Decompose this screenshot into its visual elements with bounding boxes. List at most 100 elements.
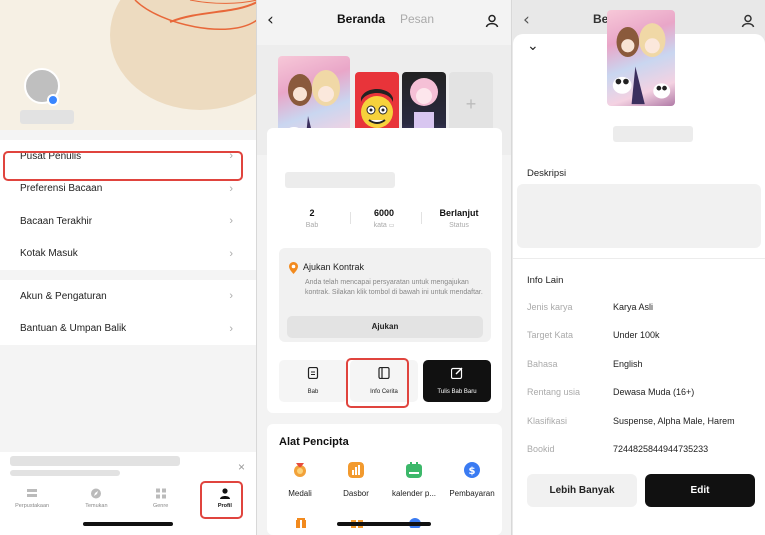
menu-item-bacaan-terakhir[interactable]: Bacaan Terakhir › [0, 205, 256, 238]
stat-status: Berlanjut Status [429, 208, 489, 229]
dashboard-icon [348, 462, 364, 478]
action-label: Tulis Bab Baru [437, 389, 477, 395]
tab-label: Temukan [85, 503, 108, 509]
creator-tools-card: Alat Pencipta Medali Dasbor kalender p..… [267, 424, 502, 535]
chapters-button[interactable]: Bab [279, 360, 347, 402]
tab-perpustakaan[interactable]: Perpustakaan [7, 486, 57, 535]
promo-banner[interactable]: × [0, 452, 256, 482]
write-new-chapter-button[interactable]: Tulis Bab Baru [423, 360, 491, 402]
action-label: Info Cerita [370, 389, 398, 395]
info-key: Target Kata [527, 330, 574, 340]
edit-avatar-icon[interactable] [47, 94, 59, 106]
add-icon: + [465, 94, 477, 114]
menu-item-bantuan-umpan-balik[interactable]: Bantuan & Umpan Balik › [0, 313, 256, 346]
stat-chapters: 2 Bab [287, 208, 337, 229]
info-value: Karya Asli [613, 302, 654, 312]
promo-text-redacted [10, 456, 180, 466]
chevron-right-icon: › [229, 182, 233, 195]
promo-subtext-redacted [10, 470, 120, 476]
contract-title: Ajukan Kontrak [303, 262, 365, 272]
back-icon[interactable]: ‹ [523, 10, 530, 30]
contract-description: Anda telah mencapai persyaratan untuk me… [305, 279, 483, 296]
tab-profil[interactable]: Profil [200, 486, 250, 535]
stat-divider [350, 212, 351, 224]
story-title-redacted [613, 126, 693, 142]
home-indicator [83, 522, 173, 526]
chevron-right-icon: › [229, 215, 233, 228]
home-indicator [337, 522, 431, 526]
library-icon [27, 489, 38, 497]
compass-icon [91, 488, 102, 499]
tool-label: Medali [288, 489, 312, 498]
info-key: Bahasa [527, 359, 558, 369]
chevron-right-icon: › [229, 150, 233, 163]
other-info-title: Info Lain [527, 275, 564, 286]
submit-contract-button[interactable]: Ajukan [287, 316, 483, 338]
menu-item-label: Bacaan Terakhir [20, 215, 93, 227]
tool-kalender[interactable]: kalender p... [385, 462, 443, 498]
tool-label: Pembayaran [449, 489, 495, 498]
payment-icon: $ [464, 462, 480, 478]
username-redacted [20, 110, 74, 124]
tab-beranda[interactable]: Beranda [337, 12, 385, 26]
stat-label: kata ▭ [359, 222, 409, 229]
bottom-tab-bar: Perpustakaan Temukan Genre Profil [0, 482, 256, 535]
info-key: Klasifikasi [527, 416, 568, 426]
tab-label: Profil [217, 503, 232, 509]
back-icon[interactable]: ‹ [267, 10, 274, 30]
menu-divider [0, 270, 256, 280]
tool-pembayaran[interactable]: $ Pembayaran [443, 462, 501, 498]
stat-label-text: kata [373, 222, 387, 229]
stat-label: Status [449, 222, 469, 229]
stat-value: Berlanjut [439, 208, 479, 218]
more-button[interactable]: Lebih Banyak [527, 474, 637, 507]
tab-genre[interactable]: Genre [136, 486, 186, 535]
calendar-icon [406, 462, 422, 478]
info-value: 7244825844944735233 [613, 444, 709, 454]
info-key: Bookid [527, 444, 555, 454]
menu-item-kotak-masuk[interactable]: Kotak Masuk › [0, 238, 256, 271]
location-pin-icon [289, 262, 298, 274]
svg-text:$: $ [469, 466, 476, 477]
edit-button[interactable]: Edit [645, 474, 755, 507]
stat-value: 6000 [373, 208, 395, 218]
person-icon [219, 488, 230, 499]
stat-label: Bab [305, 222, 319, 229]
menu-item-label: Akun & Pengaturan [20, 290, 107, 302]
grid-icon [155, 488, 166, 499]
profile-menu: Pusat Penulis › Preferensi Bacaan › Baca… [0, 140, 256, 346]
contract-box: Ajukan Kontrak Anda telah mencapai persy… [279, 248, 491, 342]
menu-item-label: Preferensi Bacaan [20, 183, 103, 195]
menu-item-label: Bantuan & Umpan Balik [20, 323, 127, 335]
user-icon[interactable] [741, 14, 755, 28]
menu-item-akun-pengaturan[interactable]: Akun & Pengaturan › [0, 280, 256, 313]
tab-temukan[interactable]: Temukan [71, 486, 121, 535]
stat-divider [421, 212, 422, 224]
tool-label: kalender p... [391, 489, 437, 498]
collapse-icon[interactable]: ⌄ [527, 38, 539, 54]
cover-image [607, 10, 675, 106]
description-title: Deskripsi [527, 168, 567, 179]
close-icon[interactable]: × [238, 460, 245, 474]
story-info-sheet: ⌄ Deskripsi Info Lain Jenis karya Karya … [513, 34, 765, 535]
menu-item-label: Pusat Penulis [20, 150, 82, 162]
tool-label: Dasbor [343, 489, 369, 498]
menu-item-preferensi-bacaan[interactable]: Preferensi Bacaan › [0, 173, 256, 206]
story-info-button[interactable]: Info Cerita [350, 360, 418, 402]
chevron-right-icon: › [229, 247, 233, 260]
info-value: Suspense, Alpha Male, Harem [613, 416, 735, 426]
info-value: English [613, 359, 643, 369]
tab-label: Perpustakaan [15, 503, 50, 509]
description-redacted [517, 184, 761, 248]
menu-item-label: Kotak Masuk [20, 248, 78, 260]
tool-medali[interactable]: Medali [271, 462, 329, 498]
user-icon[interactable] [485, 14, 499, 28]
tab-pesan[interactable]: Pesan [400, 12, 434, 26]
menu-item-pusat-penulis[interactable]: Pusat Penulis › [0, 140, 256, 173]
creator-tools-title: Alat Pencipta [279, 436, 349, 448]
tool-dasbor[interactable]: Dasbor [327, 462, 385, 498]
chevron-right-icon: › [229, 322, 233, 335]
chevron-right-icon: › [229, 290, 233, 303]
stat-value: 2 [309, 208, 315, 218]
gift-icon[interactable] [295, 516, 307, 528]
